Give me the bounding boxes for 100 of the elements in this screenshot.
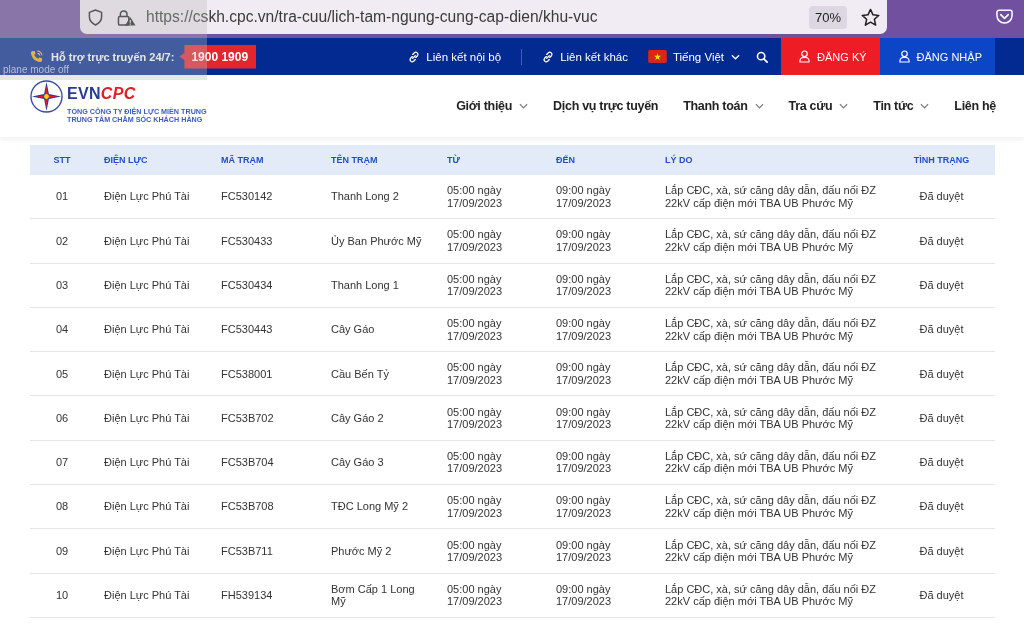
table-cell-text: Lắp CĐC, xà, sứ căng dây dẫn, đấu nối ĐZ 22kV cấp điện mới TBA UB Phước Mỹ [665,449,877,475]
nav-menu-item[interactable]: Tra cứu [788,99,849,113]
login-button[interactable]: ĐĂNG NHẬP [879,38,995,75]
table-cell: Điện Lực Phú Tài [104,456,190,469]
top-link[interactable]: Liên kết khác [542,50,628,63]
language-selector[interactable]: Tiếng Việt [647,50,741,63]
nav-menu-item[interactable]: Tin tức [873,99,930,113]
table-cell-text: 09:00 ngày 17/09/2023 [556,494,613,520]
phone-icon [30,50,43,63]
table-cell-text: 09:00 ngày 17/09/2023 [556,361,613,387]
zoom-level-button[interactable]: 70% [808,5,847,29]
table-cell: 05 [55,367,69,381]
table-cell-text: 09:00 ngày 17/09/2023 [556,228,613,254]
table-cell: Đã duyệt [919,544,964,558]
table-cell: Cây Gáo 3 [331,456,384,469]
table-cell: FC530434 [221,279,273,292]
table-cell-text: 05:00 ngày 17/09/2023 [447,272,504,298]
user-icon [799,50,811,63]
table-cell-text: 05:00 ngày 17/09/2023 [447,538,504,564]
table-cell: Cây Gáo [331,323,375,336]
table-cell-text: 09:00 ngày 17/09/2023 [556,538,613,564]
table-cell-text: 09:00 ngày 17/09/2023 [556,317,613,343]
caret-icon [839,103,849,109]
table-cell: Đã duyệt [919,500,964,513]
table-cell: Đã duyệt [919,323,964,336]
table-cell-text: 09:00 ngày 17/09/2023 [556,582,613,608]
table-cell: Đã duyệt [919,190,964,203]
table-cell: 01 [55,190,69,203]
table-cell: Đã duyệt [919,234,964,248]
column-header: MÃ TRẠM [221,155,264,165]
table-cell: Điện Lực Phú Tài [104,544,190,558]
table-cell: FC53B704 [221,456,274,469]
table-cell: FC538001 [221,367,273,381]
nav-menu-item[interactable]: Thanh toán [683,99,764,113]
caret-icon [754,103,764,109]
table-cell: FC53B708 [221,500,274,513]
shield-icon[interactable] [88,8,103,26]
bookmark-star-icon[interactable] [861,7,880,27]
column-header: TÊN TRẠM [331,155,378,165]
table-cell: 06 [55,411,69,425]
table-cell-text: 05:00 ngày 17/09/2023 [447,449,504,475]
table-cell: Cầu Bến Tỷ [331,367,389,381]
link-icon [408,50,421,63]
column-header: ĐIỆN LỰC [104,155,148,165]
hotline-badge[interactable]: 1900 1909 [179,44,257,69]
table-cell-text: 05:00 ngày 17/09/2023 [447,317,504,343]
table-cell: Đã duyệt [919,279,964,292]
table-cell: Đã duyệt [919,367,964,381]
table-cell-text: Lắp CĐC, xà, sứ căng dây dẫn, đấu nối ĐZ 22kV cấp điện mới TBA UB Phước Mỹ [665,361,877,387]
logo-wordmark: EVNCPC [67,84,137,103]
table-cell: Điện Lực Phú Tài [104,411,190,425]
column-header: ĐẾN [556,155,575,165]
table-cell-text: Lắp CĐC, xà, sứ căng dây dẫn, đấu nối ĐZ 22kV cấp điện mới TBA UB Phước Mỹ [665,494,877,520]
support-label: Hỗ trợ trực truyến 24/7: [51,50,175,63]
table-cell: Điện Lực Phú Tài [104,500,190,513]
address-bar[interactable]: https://cskh.cpc.vn/tra-cuu/lich-tam-ngung-cung-cap-dien/khu-vuc 70% [80,0,887,34]
table-cell: Điện Lực Phú Tài [104,234,190,248]
table-cell-text: 09:00 ngày 17/09/2023 [556,449,613,475]
table-cell-text: 05:00 ngày 17/09/2023 [447,582,504,608]
table-cell-text: Lắp CĐC, xà, sứ căng dây dẫn, đấu nối ĐZ 22kV cấp điện mới TBA UB Phước Mỹ [665,538,877,564]
shield-chevron-icon[interactable] [995,8,1014,25]
column-header: LÝ DO [665,155,693,165]
table-cell-text: Bơm Cấp 1 Long Mỹ [331,582,416,608]
table-cell: Đã duyệt [919,456,964,469]
table-cell: Đã duyệt [919,411,964,425]
table-cell: 07 [55,456,69,469]
table-cell-text: 09:00 ngày 17/09/2023 [556,272,613,298]
nav-menu-item[interactable]: Giới thiệu [456,99,529,113]
link-icon [542,50,555,63]
table-cell: Điện Lực Phú Tài [104,323,190,336]
table-cell-text: 09:00 ngày 17/09/2023 [556,405,613,431]
nav-menu-item[interactable]: Dịch vụ trực tuyến [553,99,659,113]
table-cell: FH539134 [221,589,273,602]
lock-warning-icon[interactable] [117,8,136,26]
table-cell: FC53B702 [221,411,274,425]
flag-icon [647,50,667,63]
logo-icon[interactable] [30,79,63,113]
table-cell-text: Lắp CĐC, xà, sứ căng dây dẫn, đấu nối ĐZ 22kV cấp điện mới TBA UB Phước Mỹ [665,184,877,210]
table-cell: Thanh Long 2 [331,190,399,203]
table-cell: 03 [55,279,69,292]
table-cell: Điện Lực Phú Tài [104,367,190,381]
register-button[interactable]: ĐĂNG KÝ [781,38,880,75]
table-cell: FC53B711 [221,544,273,558]
table-cell: Thanh Long 1 [331,279,399,292]
table-cell: 09 [55,544,69,558]
table-cell-text: 09:00 ngày 17/09/2023 [556,184,613,210]
table-cell: FC530443 [221,323,273,336]
notification-text: plane mode off [3,64,69,75]
table-cell: 10 [55,589,69,602]
nav-menu-item[interactable]: Liên hệ [954,99,996,113]
user-icon [898,50,910,63]
table-cell-text: 05:00 ngày 17/09/2023 [447,405,504,431]
table-cell: Điện Lực Phú Tài [104,589,190,602]
url-text[interactable]: https://cskh.cpc.vn/tra-cuu/lich-tam-ngung-cung-cap-dien/khu-vuc [146,8,809,26]
top-link[interactable]: Liên kết nội bộ [408,50,502,63]
search-icon [756,50,769,63]
table-cell: Điện Lực Phú Tài [104,279,190,292]
table-cell-text: Lắp CĐC, xà, sứ căng dây dẫn, đấu nối ĐZ 22kV cấp điện mới TBA UB Phước Mỹ [665,582,877,608]
column-header: STT [53,155,71,165]
table-cell: Cây Gáo 2 [331,411,384,425]
